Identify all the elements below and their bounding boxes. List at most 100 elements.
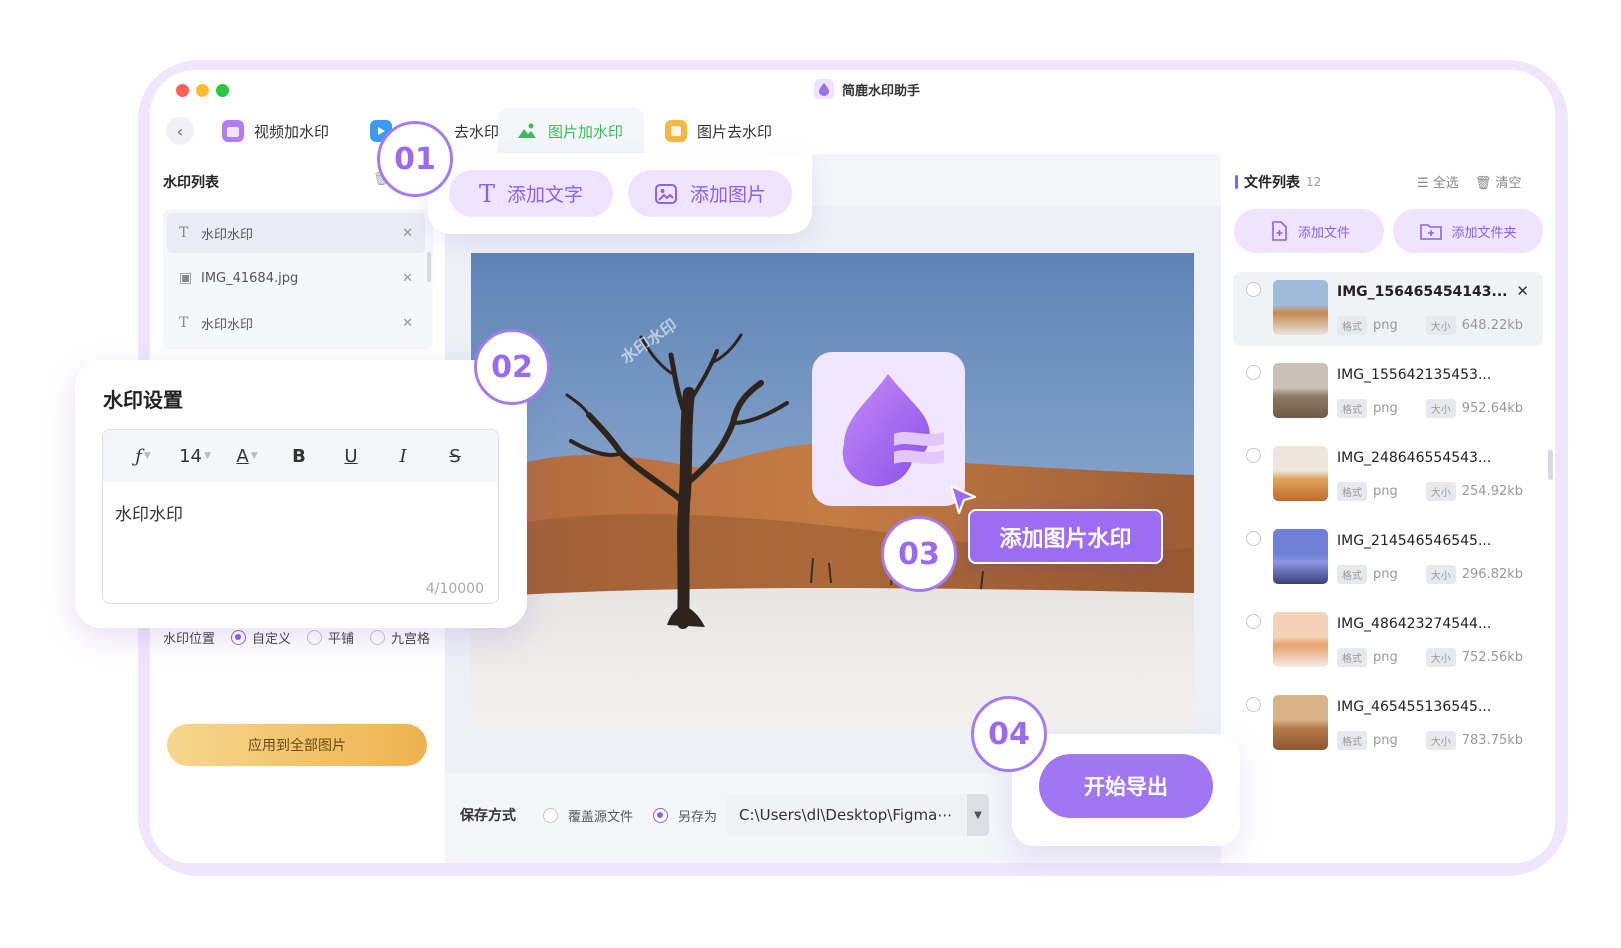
add-file-label: 添加文件 [1297, 225, 1350, 241]
file-select-radio[interactable] [1246, 282, 1261, 297]
watermark-settings-panel: 水印设置 ƒ ▼ 14 ▼ A ▼ B U I S 水印水印 4/10000 [75, 360, 527, 628]
add-folder-button[interactable]: 添加文件夹 [1393, 209, 1543, 253]
add-image-watermark-callout: 添加图片水印 [968, 509, 1163, 564]
title-bar: 简鹿水印助手 [150, 70, 1555, 108]
dropdown-caret-icon[interactable]: ▼ [967, 794, 990, 836]
watermark-item[interactable]: T 水印水印 ✕ [167, 213, 425, 253]
text-icon: T [478, 179, 495, 208]
video-calendar-icon [222, 120, 244, 142]
save-mode-row: 保存方式 覆盖源文件 另存为 C:\Users\dl\Desktop\Figma… [460, 794, 990, 836]
file-list-item[interactable]: IMG_465455136545... 格式 png 大小 783.75kb [1233, 687, 1543, 761]
font-family-dropdown[interactable]: ƒ ▼ [117, 446, 169, 467]
text-type-icon: T [179, 315, 189, 331]
apply-all-button[interactable]: 应用到全部图片 [167, 724, 427, 766]
save-option-label: 另存为 [678, 809, 718, 825]
file-count: 12 [1306, 175, 1322, 189]
file-list-item[interactable]: IMG_155642135453... 格式 png 大小 952.64kb [1233, 355, 1543, 429]
file-list-item[interactable]: IMG_486423274544... 格式 png 大小 752.56kb [1233, 604, 1543, 678]
remove-icon[interactable]: ✕ [402, 316, 413, 331]
file-list-scrollbar[interactable] [1548, 450, 1553, 480]
remove-icon[interactable]: ✕ [402, 271, 413, 286]
step-badge-02: 02 [474, 329, 550, 405]
font-color-dropdown[interactable]: A ▼ [221, 446, 273, 467]
file-select-radio[interactable] [1246, 697, 1261, 712]
start-export-button[interactable]: 开始导出 [1039, 754, 1213, 818]
format-tag: 格式 [1337, 565, 1367, 584]
position-custom-radio[interactable] [231, 630, 247, 645]
chevron-left-icon: ‹ [176, 121, 184, 141]
text-editor: ƒ ▼ 14 ▼ A ▼ B U I S 水印水印 4/10000 [102, 429, 499, 604]
tab-video-watermark[interactable]: 视频加水印 [204, 108, 347, 154]
add-text-button[interactable]: T 添加文字 [449, 170, 613, 217]
file-format: png [1373, 484, 1398, 499]
add-watermark-popover: T 添加文字 添加图片 [428, 153, 812, 234]
settings-title: 水印设置 [103, 388, 183, 412]
italic-button[interactable]: I [377, 446, 429, 467]
close-window-button[interactable] [176, 84, 189, 97]
format-tag: 格式 [1337, 731, 1367, 750]
remove-file-icon[interactable]: ✕ [1516, 282, 1529, 300]
position-label: 水印位置 [163, 632, 216, 647]
app-logo-icon [814, 79, 834, 99]
format-tag: 格式 [1337, 316, 1367, 335]
file-list-item[interactable]: IMG_156465454143... 格式 png 大小 648.22kb ✕ [1233, 272, 1543, 346]
char-counter: 4/10000 [425, 581, 484, 597]
format-tag: 格式 [1337, 648, 1367, 667]
image-type-icon: ▣ [179, 270, 193, 286]
size-tag: 大小 [1425, 482, 1456, 501]
size-tag: 大小 [1425, 565, 1456, 584]
file-select-radio[interactable] [1246, 614, 1261, 629]
size-tag: 大小 [1425, 316, 1456, 335]
file-size: 952.64kb [1461, 401, 1524, 416]
watermark-item-label: 水印水印 [201, 317, 254, 333]
tab-image-remove-watermark[interactable]: 图片去水印 [647, 108, 790, 154]
file-select-radio[interactable] [1246, 448, 1261, 463]
font-size-dropdown[interactable]: 14 ▼ [169, 446, 221, 467]
position-tile-radio[interactable] [307, 630, 323, 645]
watermark-text-input[interactable]: 水印水印 [115, 500, 183, 525]
format-tag: 格式 [1337, 399, 1367, 418]
step-badge-01: 01 [377, 121, 453, 197]
add-image-button[interactable]: 添加图片 [628, 170, 792, 217]
minimize-window-button[interactable] [196, 84, 209, 97]
file-list-item[interactable]: IMG_214546546545... 格式 png 大小 296.82kb [1233, 521, 1543, 595]
app-drop-logo-icon [842, 374, 944, 487]
file-select-radio[interactable] [1246, 365, 1261, 380]
file-meta: 格式 png 大小 952.64kb [1337, 399, 1523, 418]
clear-label: 清空 [1495, 176, 1522, 191]
position-grid-radio[interactable] [370, 630, 386, 645]
output-path-field[interactable]: C:\Users\dl\Desktop\Figma⋯ ▼ [727, 794, 990, 836]
file-thumbnail [1273, 695, 1328, 750]
tab-image-watermark[interactable]: 图片加水印 [498, 108, 644, 154]
size-tag: 大小 [1425, 648, 1456, 667]
overwrite-radio[interactable] [543, 807, 558, 823]
file-list-panel: 文件列表 12 ☰ 全选 🗑 清空 添加文件 添加文件夹 IMG_1564654… [1221, 154, 1555, 863]
tab-label: 图片加水印 [548, 122, 624, 141]
bold-button[interactable]: B [273, 446, 325, 467]
maximize-window-button[interactable] [216, 84, 229, 97]
file-select-radio[interactable] [1246, 531, 1261, 546]
file-format: png [1373, 567, 1398, 582]
file-name: IMG_214546546545... [1337, 533, 1492, 549]
list-scrollbar[interactable] [427, 252, 431, 282]
image-watermark-card[interactable] [812, 352, 965, 506]
file-list-item[interactable]: IMG_248646554543... 格式 png 大小 254.92kb [1233, 438, 1543, 512]
file-format: png [1373, 318, 1398, 333]
file-thumbnail [1273, 280, 1328, 335]
file-name: IMG_155642135453... [1337, 367, 1492, 383]
underline-button[interactable]: U [325, 446, 377, 467]
watermark-item[interactable]: T 水印水印 ✕ [167, 303, 425, 343]
strikethrough-button[interactable]: S [429, 446, 481, 467]
watermark-item[interactable]: ▣ IMG_41684.jpg ✕ [167, 258, 425, 298]
file-meta: 格式 png 大小 752.56kb [1337, 648, 1523, 667]
save-as-radio[interactable] [653, 807, 669, 823]
remove-icon[interactable]: ✕ [402, 226, 413, 241]
add-file-button[interactable]: 添加文件 [1234, 209, 1384, 253]
watermark-item-label: 水印水印 [201, 227, 254, 243]
add-text-label: 添加文字 [507, 184, 584, 206]
position-option-label: 九宫格 [391, 632, 431, 647]
select-all-button[interactable]: ☰ 全选 [1417, 172, 1459, 191]
font-color-icon: A [236, 445, 249, 467]
back-button[interactable]: ‹ [166, 117, 194, 145]
clear-button[interactable]: 🗑 清空 [1475, 172, 1522, 191]
